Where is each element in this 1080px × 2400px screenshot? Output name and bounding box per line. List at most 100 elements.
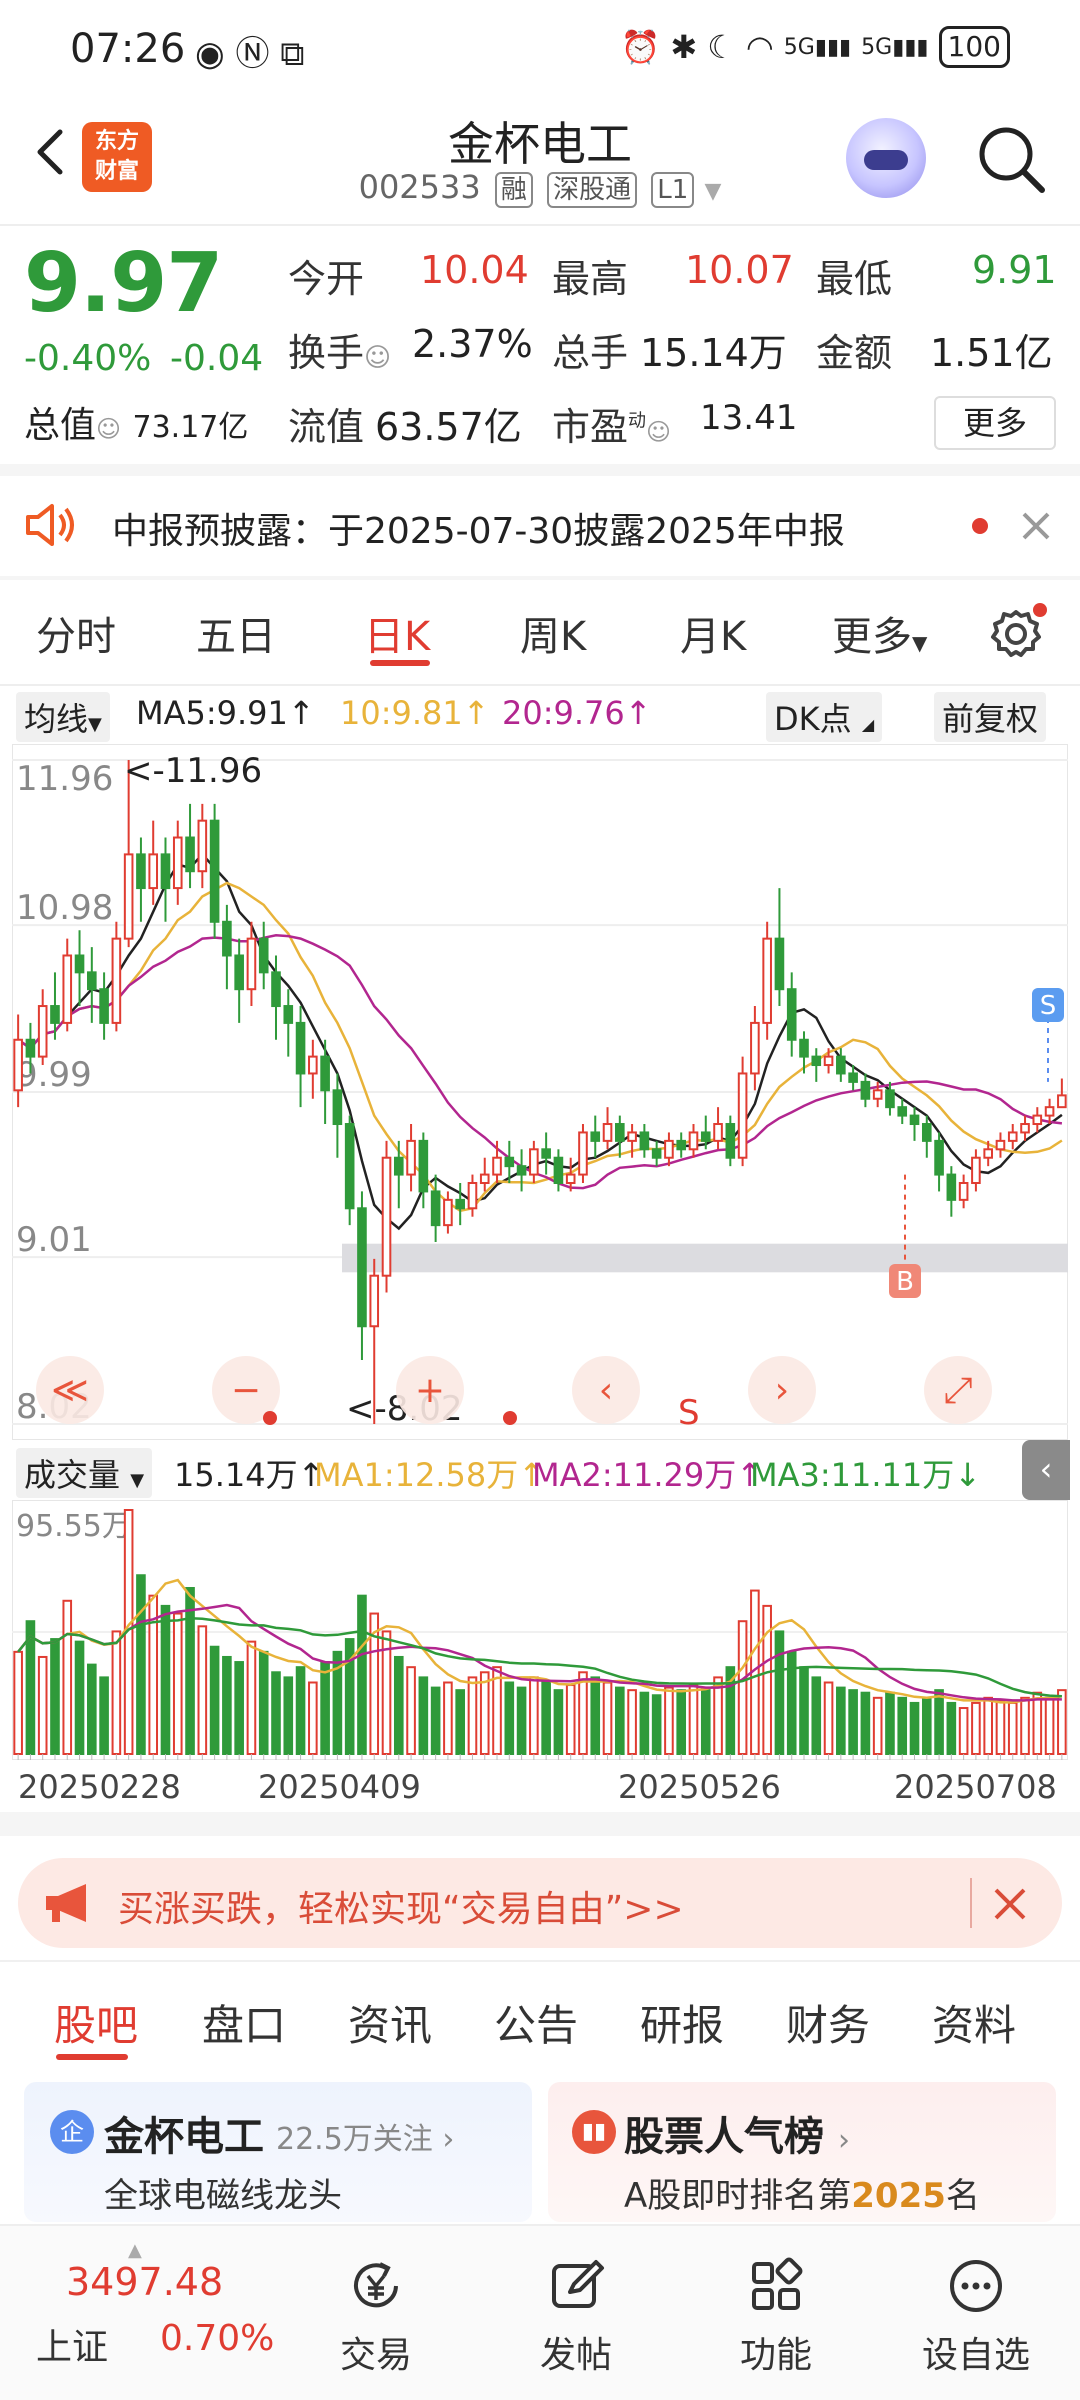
candle-body [1044, 1106, 1055, 1117]
tab-pankou[interactable]: 盘口 [202, 1992, 286, 2053]
content-tabs: 股吧 盘口 资讯 公告 研报 财务 资料 [0, 1960, 1080, 2066]
tab-five-day[interactable]: 五日 [196, 604, 276, 662]
candle-body [172, 836, 183, 890]
tab-announcements[interactable]: 公告 [494, 1992, 578, 2053]
candle-body [872, 1089, 883, 1100]
adjust-button[interactable]: 前复权 [934, 692, 1047, 742]
prev-icon-glyph: ‹ [599, 1370, 613, 1411]
notice-bar[interactable]: 中报预披露：于2025-07-30披露2025年中报 [0, 472, 1080, 576]
popularity-card[interactable]: ▮▮ 股票人气榜 › A股即时排名第2025名 [548, 2082, 1056, 2222]
indicator-select[interactable]: 均线▼ [16, 692, 110, 742]
candle-body [492, 1156, 502, 1176]
candle-body [786, 988, 797, 1041]
nav-functions[interactable]: 功能 [676, 2226, 876, 2400]
candle-body [369, 1274, 380, 1328]
banner-text: 买涨买跌，轻松实现“交易自由”>> [118, 1889, 684, 1930]
volume-bar [860, 1691, 871, 1756]
candle-body [479, 1173, 490, 1185]
company-badge-icon: 企 [50, 2110, 94, 2154]
candle-body [602, 1123, 613, 1142]
volume-bar [295, 1666, 306, 1755]
pe-label[interactable]: 市盈动☺ [552, 396, 671, 451]
volume-indicator-select[interactable]: 成交量 ▼ [16, 1448, 153, 1498]
candle-body [529, 1148, 539, 1176]
tab-daily-k[interactable]: 日K [364, 604, 430, 662]
signal-s-marker: S [678, 1393, 700, 1433]
candle-body [885, 1089, 895, 1109]
scroll-left-icon[interactable]: ≪ [36, 1356, 104, 1424]
candle-body [983, 1148, 993, 1159]
candle-body [958, 1182, 969, 1201]
volume-bar [467, 1676, 478, 1756]
tab-news[interactable]: 资讯 [348, 1992, 432, 2053]
volume-bar [836, 1686, 846, 1755]
zoom-in-icon[interactable]: + [396, 1356, 464, 1424]
volume-bar [418, 1676, 429, 1756]
candle-body [320, 1055, 330, 1092]
nav-add-watchlist[interactable]: 设自选 [876, 2226, 1076, 2400]
tab-guba[interactable]: 股吧 [54, 1992, 138, 2053]
mktcap[interactable]: 总值☺ 73.17亿 [24, 396, 248, 448]
candle-body [295, 1021, 306, 1075]
close-icon[interactable] [990, 1884, 1030, 1924]
candle-body [234, 954, 244, 991]
info-icon: ☺ [96, 415, 122, 443]
next-icon[interactable]: › [748, 1356, 816, 1424]
volume-bar [934, 1689, 944, 1755]
eye-icon: ◉ [195, 34, 225, 74]
volume-bar [762, 1604, 772, 1755]
volume-bar [443, 1681, 453, 1755]
promo-banner[interactable]: 买涨买跌，轻松实现“交易自由”>> [18, 1858, 1062, 1948]
active-tab-indicator [56, 2054, 128, 2060]
volume-chart[interactable]: 95.55万 [12, 1500, 1068, 1760]
fullscreen-icon-glyph: ⤢ [944, 1370, 973, 1411]
volume-row: 成交量 ▼ 15.14万↑ MA1:12.58万↑ MA2:11.29万↑ MA… [0, 1440, 1080, 1504]
tab-monthly-k[interactable]: 月K [680, 604, 746, 662]
volume-bar [676, 1689, 687, 1755]
stock-code: 002533 [358, 168, 481, 206]
volume-bar [872, 1696, 883, 1756]
settings-gear-icon[interactable] [988, 602, 1048, 662]
nav-post[interactable]: 发帖 [476, 2226, 676, 2400]
prev-icon[interactable]: ‹ [572, 1356, 640, 1424]
active-tab-indicator [370, 660, 430, 666]
stock-forum-card[interactable]: 企 金杯电工 22.5万关注 › 全球电磁线龙头 [24, 2082, 532, 2222]
link-icon: ⧉ [280, 34, 305, 74]
volume-bar [664, 1686, 674, 1755]
connect-tag: 深股通 [547, 172, 638, 208]
collapse-panel-icon[interactable]: ‹ [1022, 1440, 1070, 1500]
candle-body [381, 1156, 392, 1277]
volume-bar [492, 1666, 502, 1755]
index-value: 3497.48 [66, 2260, 224, 2304]
candle-body [443, 1198, 453, 1227]
tab-more[interactable]: 更多▼ [832, 604, 927, 662]
tab-weekly-k[interactable]: 周K [520, 604, 586, 662]
candle-body [160, 853, 171, 890]
tab-finance[interactable]: 财务 [786, 1992, 870, 2053]
tab-research[interactable]: 研报 [640, 1992, 724, 2053]
candle-body [934, 1139, 944, 1176]
more-quote-button[interactable]: 更多 [934, 396, 1056, 450]
tab-intraday[interactable]: 分时 [36, 604, 116, 662]
nav-trade[interactable]: 交易 [276, 2226, 476, 2400]
turnover-label[interactable]: 换手☺ [288, 322, 391, 377]
fullscreen-icon[interactable]: ⤢ [924, 1356, 992, 1424]
kline-chart[interactable]: 11.9610.989.999.018.02<-11.96<-8.02BS≪−+… [12, 744, 1068, 1440]
candle-body [836, 1055, 846, 1075]
volume-bar [590, 1676, 601, 1756]
volume-bar [136, 1574, 146, 1755]
zoom-in-icon-glyph: + [415, 1370, 445, 1411]
volume-bar [99, 1676, 109, 1756]
close-icon[interactable] [1018, 508, 1054, 544]
index-ticker[interactable]: ▲ 3497.48 上证 0.70% [0, 2226, 300, 2400]
volume-bar [74, 1640, 85, 1756]
volume-bar [639, 1691, 650, 1756]
candle-body [799, 1038, 809, 1058]
candle-body [615, 1123, 625, 1142]
robot-assistant-icon[interactable] [846, 118, 926, 198]
search-icon[interactable] [972, 120, 1052, 200]
tab-profile[interactable]: 资料 [932, 1992, 1016, 2053]
dk-point-button[interactable]: DK点 ◢ [766, 692, 883, 742]
date-label: 20250526 [618, 1768, 781, 1806]
volume-bar [62, 1599, 73, 1756]
